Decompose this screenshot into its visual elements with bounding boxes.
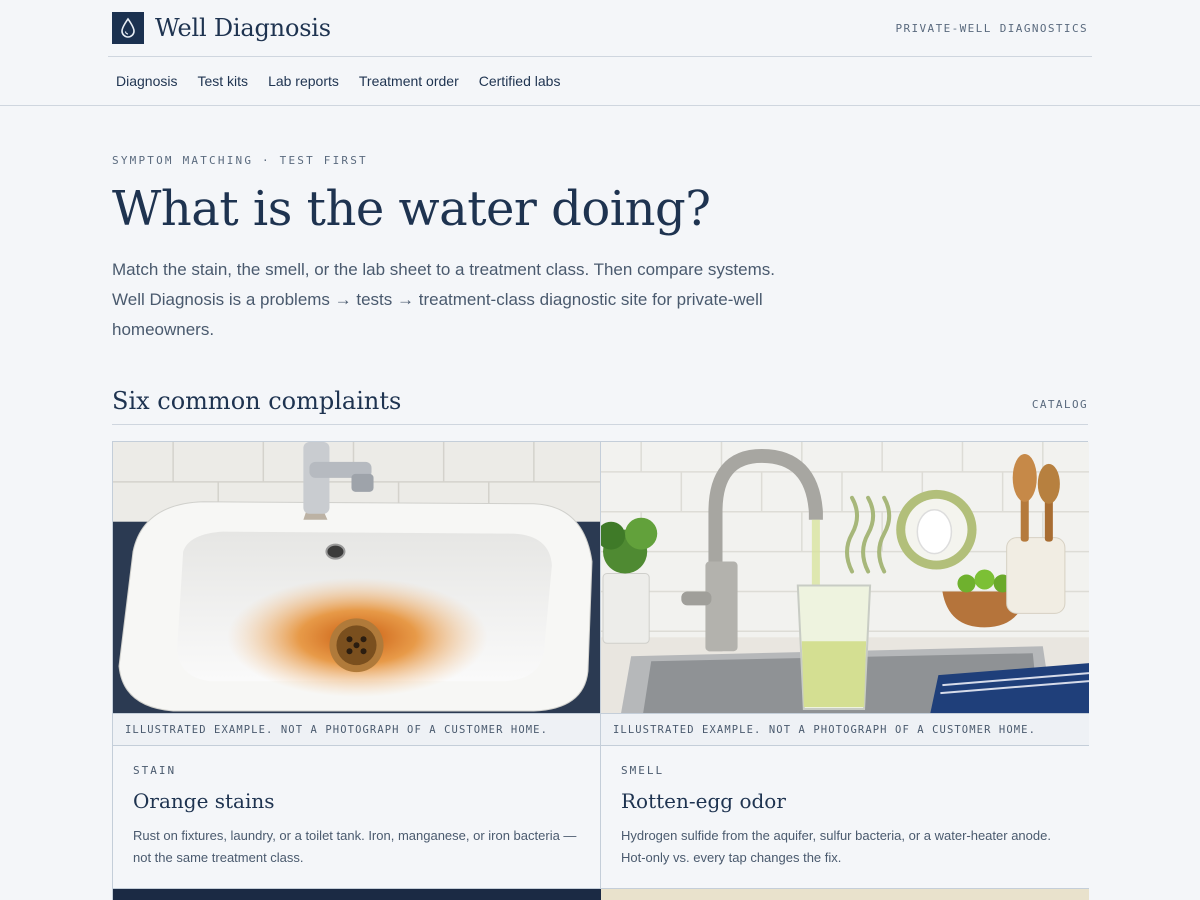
- section-header: Six common complaints CATALOG: [112, 387, 1088, 425]
- main-content: SYMPTOM MATCHING · TEST FIRST What is th…: [112, 154, 1089, 900]
- nav-link-test-kits[interactable]: Test kits: [197, 73, 248, 89]
- image-caption: ILLUSTRATED EXAMPLE. NOT A PHOTOGRAPH OF…: [601, 714, 1089, 746]
- card-title[interactable]: Rotten-egg odor: [621, 789, 1069, 813]
- top-bar: Well Diagnosis PRIVATE-WELL DIAGNOSTICS: [108, 0, 1092, 57]
- card-kind: SMELL: [621, 764, 665, 777]
- section-tag: CATALOG: [1031, 398, 1088, 411]
- rust-stained-sink-illustration: [113, 442, 600, 714]
- page-title: What is the water doing?: [112, 181, 711, 237]
- next-card-image-placeholder: [113, 889, 601, 900]
- nav-link-certified-labs[interactable]: Certified labs: [479, 73, 561, 89]
- complaint-card-orange-stains[interactable]: ILLUSTRATED EXAMPLE. NOT A PHOTOGRAPH OF…: [113, 442, 601, 889]
- sulfur-water-kitchen-illustration: [601, 442, 1089, 714]
- card-description: Rust on fixtures, laundry, or a toilet t…: [133, 828, 577, 865]
- card-body: STAIN Orange stains Rust on fixtures, la…: [113, 746, 600, 888]
- card-description: Hydrogen sulfide from the aquifer, sulfu…: [621, 828, 1051, 865]
- site-tagline: PRIVATE-WELL DIAGNOSTICS: [895, 21, 1088, 35]
- card-kind: STAIN: [133, 764, 177, 777]
- next-card-image-placeholder: [601, 889, 1089, 900]
- card-title[interactable]: Orange stains: [133, 789, 580, 813]
- complaint-grid: ILLUSTRATED EXAMPLE. NOT A PHOTOGRAPH OF…: [112, 441, 1089, 900]
- card-body: SMELL Rotten-egg odor Hydrogen sulfide f…: [601, 746, 1089, 888]
- site-header: Well Diagnosis PRIVATE-WELL DIAGNOSTICS …: [0, 0, 1200, 106]
- section-title: Six common complaints: [112, 387, 402, 415]
- nav-link-treatment-order[interactable]: Treatment order: [359, 73, 459, 89]
- brand-name: Well Diagnosis: [155, 14, 331, 42]
- nav-link-lab-reports[interactable]: Lab reports: [268, 73, 339, 89]
- image-caption: ILLUSTRATED EXAMPLE. NOT A PHOTOGRAPH OF…: [113, 714, 600, 746]
- water-drop-icon: [112, 12, 144, 44]
- hero-eyebrow: SYMPTOM MATCHING · TEST FIRST: [112, 154, 368, 167]
- complaint-card-rotten-egg-odor[interactable]: ILLUSTRATED EXAMPLE. NOT A PHOTOGRAPH OF…: [601, 442, 1089, 889]
- main-nav: Diagnosis Test kits Lab reports Treatmen…: [108, 57, 1092, 105]
- nav-link-diagnosis[interactable]: Diagnosis: [116, 73, 177, 89]
- brand[interactable]: Well Diagnosis: [112, 12, 331, 44]
- hero-description: Match the stain, the smell, or the lab s…: [112, 260, 775, 339]
